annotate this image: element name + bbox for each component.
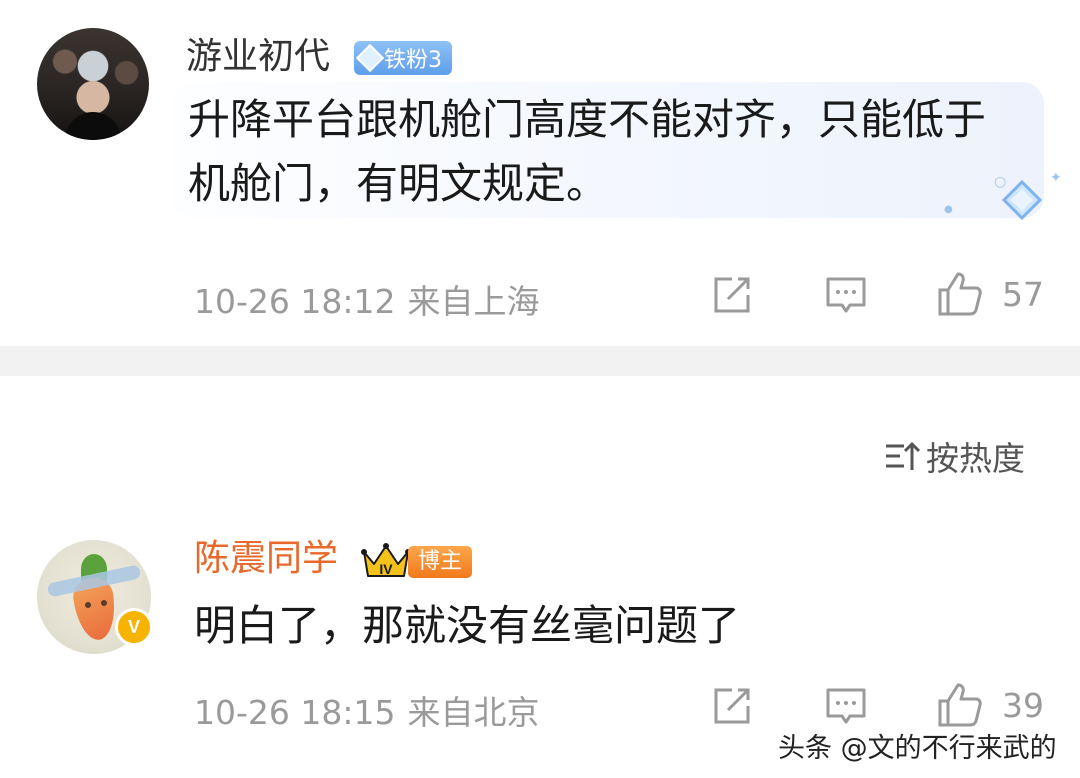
comment-text: 明白了，那就没有丝毫问题了 — [194, 601, 741, 650]
share-icon[interactable] — [710, 273, 754, 317]
verified-badge-icon: V — [115, 608, 153, 646]
carrot-eye — [101, 600, 107, 606]
carrot-eye — [85, 602, 91, 608]
comment-timestamp: 10-26 18:12 — [194, 282, 396, 321]
comment-meta: 10-26 18:12 来自上海 — [194, 275, 539, 323]
watermark: 头条 @文的不行来武的 — [778, 733, 1057, 764]
comment-location: 来自上海 — [407, 282, 540, 321]
sort-button[interactable]: 按热度 — [884, 434, 1025, 478]
comment-timestamp: 10-26 18:15 — [194, 693, 396, 732]
comment-text: 升降平台跟机舱门高度不能对齐，只能低于机舱门，有明文规定。 — [188, 95, 987, 208]
fan-level-badge[interactable]: 铁粉3 — [354, 41, 452, 75]
fan-badge-label: 铁粉3 — [384, 48, 442, 73]
username[interactable]: 游业初代 — [186, 37, 330, 77]
comment-meta: 10-26 18:15 来自北京 — [194, 686, 539, 734]
like-count: 57 — [1002, 275, 1044, 314]
comment-icon[interactable] — [824, 273, 868, 317]
avatar[interactable]: V — [37, 540, 153, 654]
username[interactable]: 陈震同学 — [194, 539, 338, 579]
section-divider — [0, 346, 1080, 376]
comment-icon[interactable] — [824, 684, 868, 728]
sort-label: 按热度 — [926, 439, 1025, 478]
blogger-tag: 博主 — [408, 546, 473, 578]
diamond-icon — [355, 43, 385, 73]
sort-icon — [886, 441, 920, 470]
comment-location: 来自北京 — [407, 693, 540, 732]
like-icon[interactable] — [936, 681, 984, 729]
avatar[interactable] — [37, 28, 149, 140]
crown-level-icon[interactable]: IV — [360, 542, 412, 582]
share-icon[interactable] — [710, 684, 754, 728]
avatar-shirt — [65, 112, 121, 140]
like-count: 39 — [1002, 686, 1044, 725]
sparkle-icon: ✦ — [1050, 170, 1062, 186]
like-icon[interactable] — [936, 270, 984, 318]
crown-level-text: IV — [379, 561, 393, 577]
